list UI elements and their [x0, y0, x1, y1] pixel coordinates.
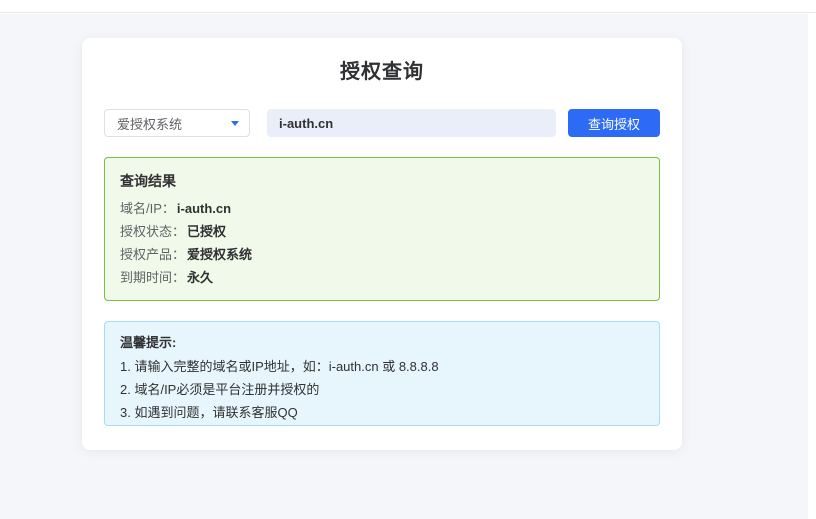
tips-panel: 温馨提示: 1. 请输入完整的域名或IP地址，如：i-auth.cn 或 8.8… [104, 321, 660, 426]
product-select[interactable]: 爱授权系统 [104, 109, 250, 137]
domain-input[interactable] [267, 109, 556, 137]
auth-query-card: 授权查询 爱授权系统 查询授权 查询结果 域名/IP：i-auth.cn 授权状… [82, 38, 682, 450]
scrollbar-track [808, 14, 816, 519]
result-value: 永久 [187, 270, 213, 285]
result-value: i-auth.cn [177, 201, 231, 216]
result-label: 授权产品： [120, 247, 185, 262]
tip-item: 1. 请输入完整的域名或IP地址，如：i-auth.cn 或 8.8.8.8 [120, 360, 644, 374]
result-label: 域名/IP： [120, 201, 175, 216]
result-row-domain: 域名/IP：i-auth.cn [120, 202, 644, 216]
product-select-value: 爱授权系统 [117, 114, 182, 133]
tip-item: 3. 如遇到问题，请联系客服QQ [120, 406, 644, 420]
tip-item: 2. 域名/IP必须是平台注册并授权的 [120, 383, 644, 397]
result-label: 到期时间： [120, 270, 185, 285]
tips-panel-title: 温馨提示: [120, 335, 644, 351]
result-value: 已授权 [187, 224, 226, 239]
query-form: 爱授权系统 查询授权 [104, 109, 660, 137]
query-button[interactable]: 查询授权 [568, 109, 660, 137]
result-label: 授权状态： [120, 224, 185, 239]
result-panel: 查询结果 域名/IP：i-auth.cn 授权状态：已授权 授权产品：爱授权系统… [104, 157, 660, 301]
page-title: 授权查询 [104, 60, 660, 84]
result-panel-title: 查询结果 [120, 173, 644, 189]
result-value: 爱授权系统 [187, 247, 252, 262]
page-background: 授权查询 爱授权系统 查询授权 查询结果 域名/IP：i-auth.cn 授权状… [0, 14, 808, 519]
result-row-status: 授权状态：已授权 [120, 225, 644, 239]
result-row-product: 授权产品：爱授权系统 [120, 248, 644, 262]
top-bar [0, 0, 816, 13]
chevron-down-icon [231, 121, 239, 126]
result-row-expiry: 到期时间：永久 [120, 271, 644, 285]
